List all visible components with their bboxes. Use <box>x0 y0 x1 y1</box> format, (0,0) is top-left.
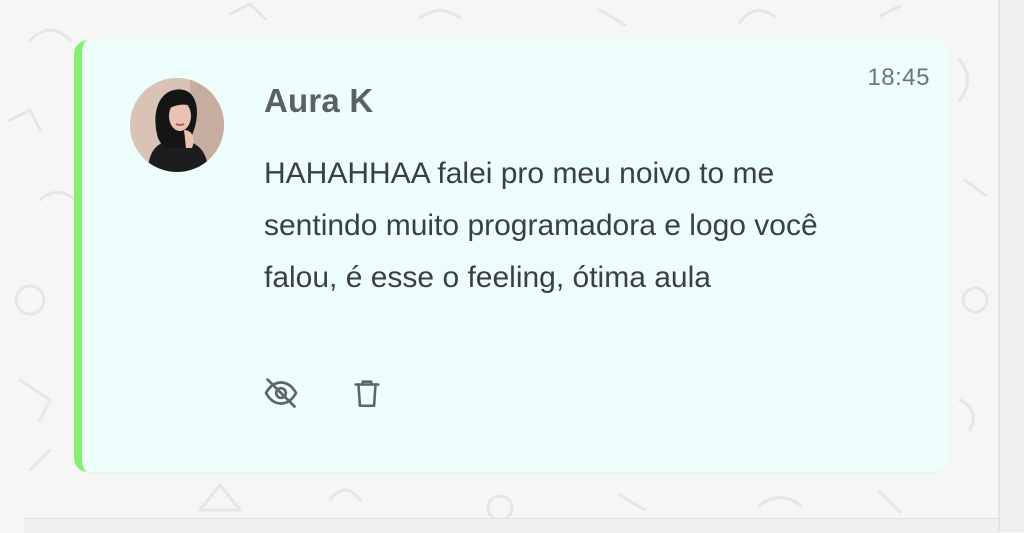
message-card: Aura K 18:45 HAHAHHAA falei pro meu noiv… <box>74 40 950 472</box>
message-time: 18:45 <box>867 64 930 91</box>
avatar <box>130 78 224 172</box>
scroll-rail <box>998 0 1024 532</box>
message-text: HAHAHHAA falei pro meu noivo to me senti… <box>264 157 818 294</box>
next-message-edge <box>24 518 998 533</box>
delete-button[interactable] <box>348 374 386 412</box>
trash-icon <box>354 380 380 408</box>
avatar-image <box>130 78 224 172</box>
message-actions <box>262 374 386 412</box>
hide-button[interactable] <box>262 374 300 412</box>
author-name: Aura K <box>264 82 374 119</box>
eye-off-icon <box>264 378 298 408</box>
